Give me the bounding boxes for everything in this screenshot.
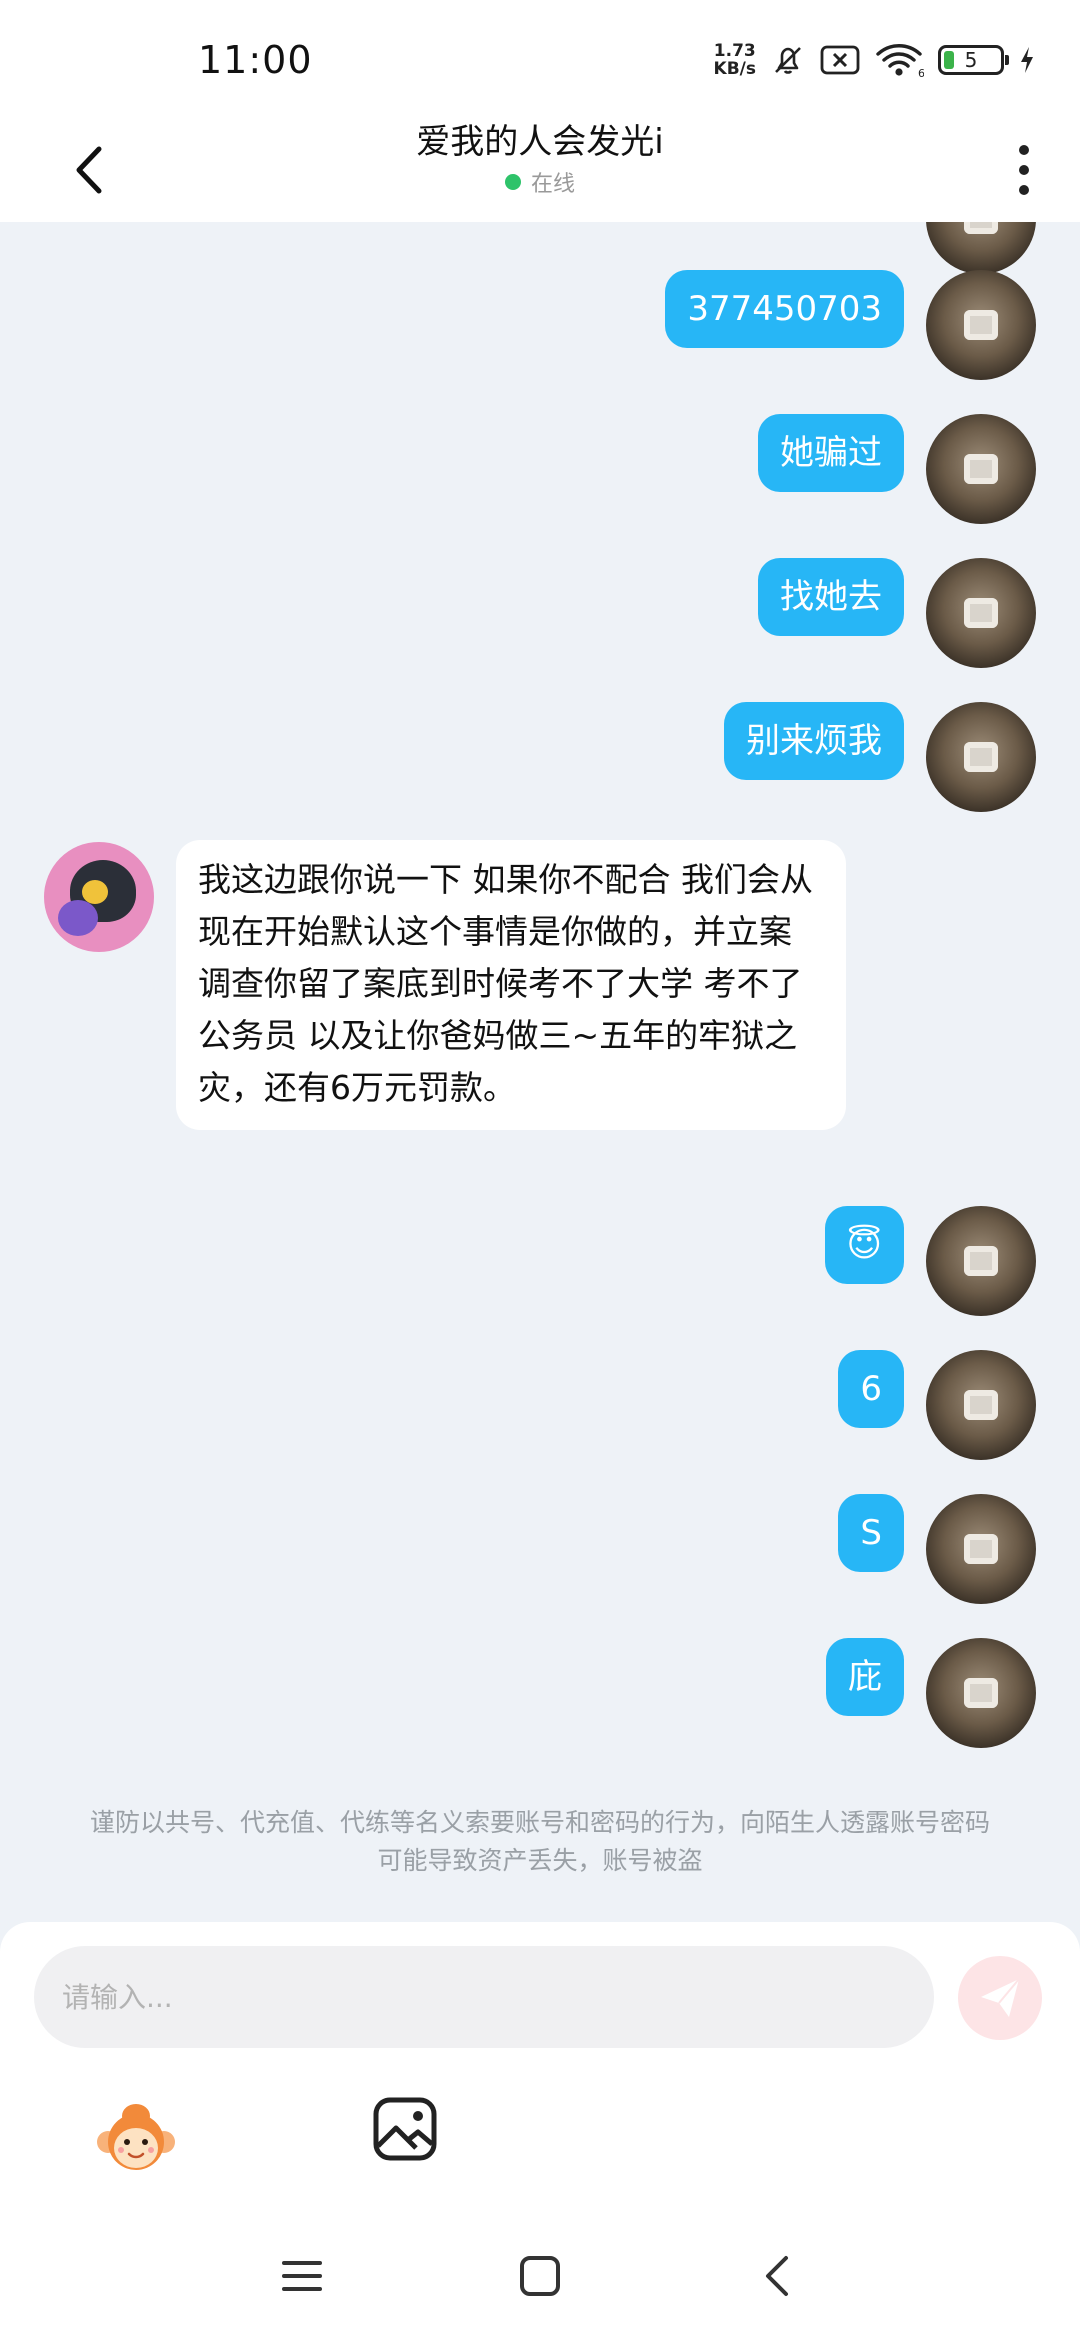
back-icon [766,2256,788,2296]
my-avatar[interactable] [926,1638,1036,1748]
battery-indicator: 5 [938,45,1009,75]
sent-message-bubble[interactable]: 庇 [826,1638,904,1716]
sim-disabled-icon [820,45,860,75]
system-navigation-bar [0,2220,1080,2340]
my-avatar[interactable] [926,414,1036,524]
online-status-text: 在线 [530,172,575,197]
monkey-emoji-icon [97,2104,175,2170]
sent-message-bubble[interactable]: 别来烦我 [724,702,904,780]
my-avatar[interactable] [926,222,1036,274]
safety-warning: 谨防以共号、代充值、代练等名义索要账号和密码的行为，向陌生人透露账号密码可能导致… [89,1808,990,1875]
status-time: 11:00 [198,38,313,82]
sent-message-bubble[interactable]: 她骗过 [758,414,904,492]
message-input[interactable] [34,1946,934,2048]
more-vertical-icon [1019,145,1029,155]
my-avatar[interactable] [926,1350,1036,1460]
wifi-icon: 6 [876,44,924,78]
my-avatar[interactable] [926,270,1036,380]
sent-message-bubble[interactable]: 😇 [824,1206,904,1284]
network-speed-value: 1.73 [713,41,756,61]
more-options-button[interactable] [1004,130,1044,210]
chat-title: 爱我的人会发光i [416,122,664,162]
home-icon [520,2256,560,2296]
message-list[interactable]: 377450703 她骗过 找她去 别来烦我 我这边跟你说一下 如果你不配合 我… [0,222,1080,1922]
online-status: 在线 [0,166,1080,198]
my-avatar[interactable] [926,1206,1036,1316]
wifi-label: 6 [918,67,924,78]
battery-level: 5 [964,48,978,72]
received-message-bubble[interactable]: 我这边跟你说一下 如果你不配合 我们会从现在开始默认这个事情是你做的，并立案调查… [176,840,846,1130]
sent-message-bubble[interactable]: 6 [838,1350,904,1428]
status-icons: 1.73 KB/s 6 5 [714,38,1036,82]
my-avatar[interactable] [926,1494,1036,1604]
image-icon [373,2097,437,2161]
send-button[interactable] [958,1956,1042,2040]
chat-header: 爱我的人会发光i 在线 [0,120,1080,222]
nav-home-button[interactable] [518,2254,562,2298]
image-picker-button[interactable] [370,2094,440,2164]
network-speed: 1.73 KB/s [714,42,756,78]
status-bar: 11:00 1.73 KB/s 6 5 [0,0,1080,120]
nav-menu-button[interactable] [280,2254,324,2298]
nav-back-button[interactable] [756,2254,800,2298]
charging-icon [1021,47,1033,73]
sent-message-bubble[interactable]: S [838,1494,904,1572]
my-avatar[interactable] [926,558,1036,668]
sent-message-bubble[interactable]: 找她去 [758,558,904,636]
emoji-button[interactable] [94,2092,178,2176]
send-plane-icon [981,1978,1020,2017]
menu-icon [282,2261,322,2291]
network-speed-unit: KB/s [713,59,756,79]
bell-muted-icon [775,47,801,74]
sent-message-bubble[interactable]: 377450703 [665,270,904,348]
online-dot [504,174,521,190]
my-avatar[interactable] [926,702,1036,812]
contact-avatar[interactable] [44,842,154,952]
